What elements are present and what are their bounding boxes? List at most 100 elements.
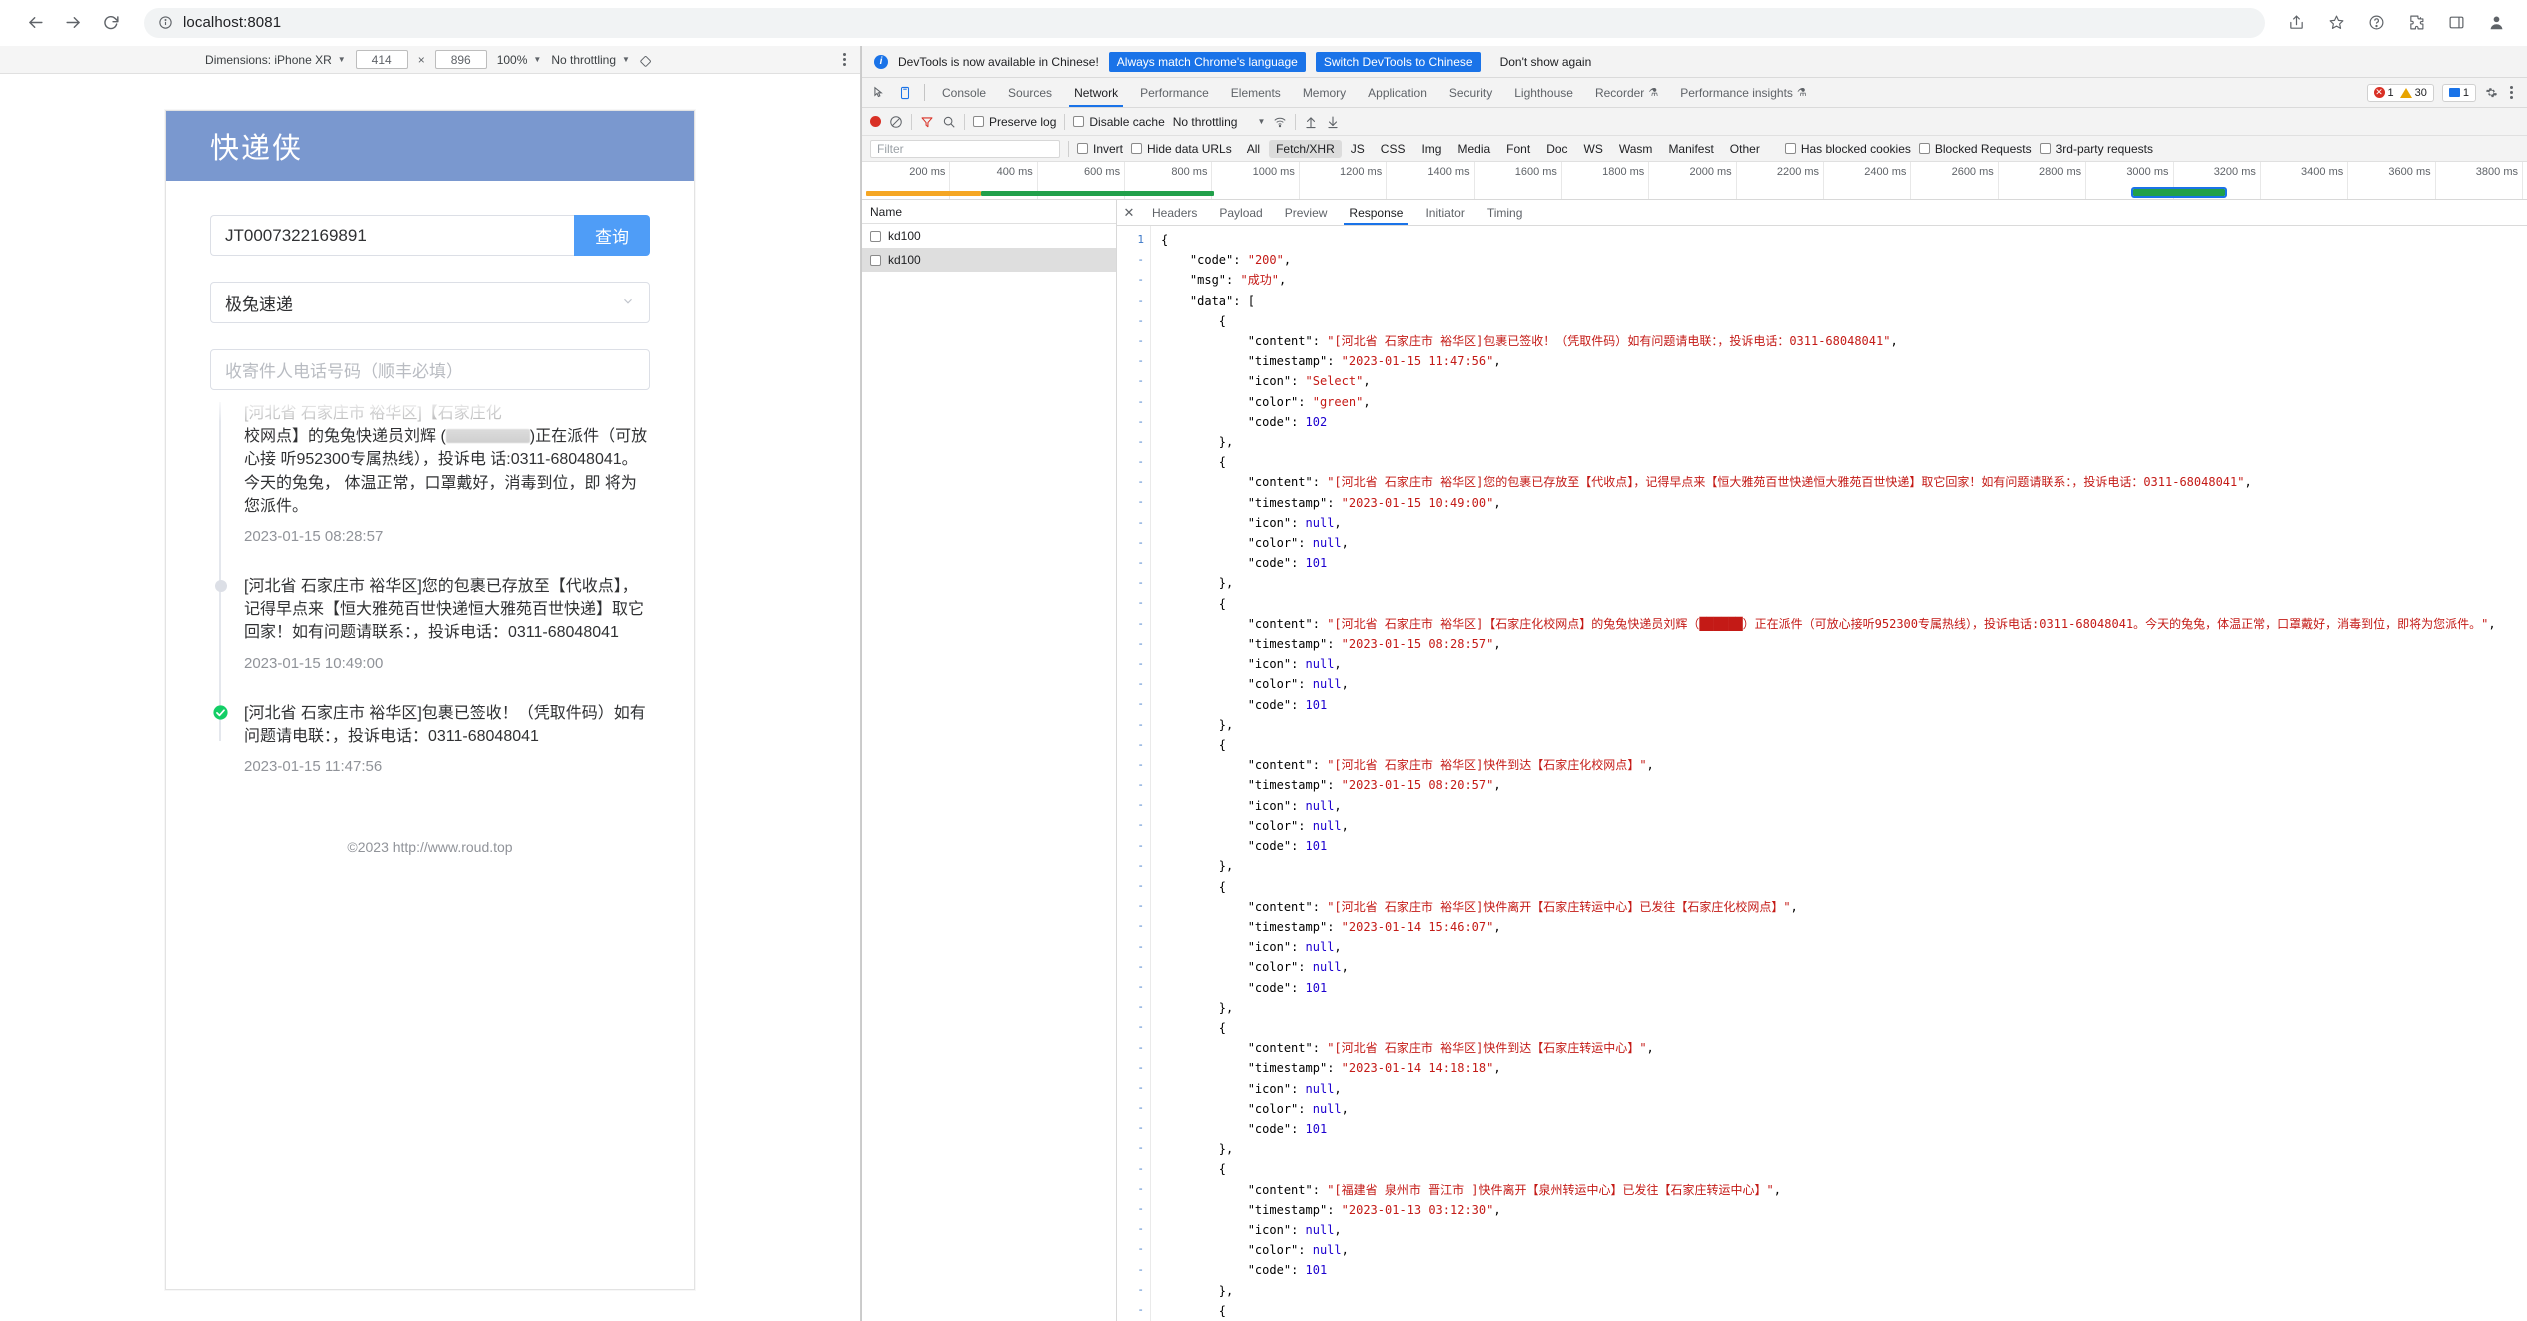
device-zoom-select[interactable]: 100% ▼ [497,53,542,67]
preserve-log-checkbox[interactable]: Preserve log [973,115,1056,129]
devtools-tab-application[interactable]: Application [1357,78,1438,107]
response-tab-response[interactable]: Response [1338,200,1414,225]
record-button[interactable] [870,116,881,127]
switch-to-chinese-button[interactable]: Switch DevTools to Chinese [1316,52,1481,72]
dont-show-again-button[interactable]: Don't show again [1491,51,1601,73]
blocked-requests-checkbox[interactable]: Blocked Requests [1919,142,2032,156]
invert-checkbox[interactable]: Invert [1077,142,1123,156]
site-info-icon[interactable] [158,15,173,30]
response-tab-headers[interactable]: Headers [1141,200,1208,225]
warning-counter[interactable]: 30 [2400,87,2427,99]
filter-type-img[interactable]: Img [1414,140,1448,158]
line-number: - [1117,674,1144,694]
gear-icon[interactable] [2484,86,2498,100]
filter-type-wasm[interactable]: Wasm [1612,140,1660,158]
line-number: - [1117,957,1144,977]
device-throttling-select[interactable]: No throttling ▼ [551,53,630,67]
device-width-input[interactable]: 414 [356,50,408,69]
filter-funnel-icon[interactable] [920,115,934,129]
device-more-options-button[interactable] [843,53,846,66]
message-counter[interactable]: 1 [2442,84,2476,102]
filter-type-ws[interactable]: WS [1577,140,1610,158]
profile-avatar-icon[interactable] [2483,10,2509,36]
timeline-tick: 1800 ms [1648,162,1649,199]
devtools-tab-security[interactable]: Security [1438,78,1503,107]
device-dimensions-select[interactable]: Dimensions: iPhone XR ▼ [205,53,346,67]
export-har-icon[interactable] [1326,115,1340,129]
line-number: - [1117,1199,1144,1219]
devtools-tab-elements[interactable]: Elements [1220,78,1292,107]
network-throttling-select[interactable]: No throttling ▼ [1173,115,1266,129]
request-row[interactable]: kd100 [862,224,1116,248]
devtools-tab-memory[interactable]: Memory [1292,78,1357,107]
forward-button[interactable] [56,6,90,40]
devtools-tab-console[interactable]: Console [931,78,997,107]
import-har-icon[interactable] [1304,115,1318,129]
has-blocked-cookies-checkbox[interactable]: Has blocked cookies [1785,142,1911,156]
network-conditions-icon[interactable] [1273,115,1287,129]
address-bar[interactable]: localhost:8081 [144,8,2265,38]
filter-type-js[interactable]: JS [1344,140,1372,158]
preserve-log-label: Preserve log [989,115,1056,129]
response-tab-initiator[interactable]: Initiator [1414,200,1475,225]
devtools-more-options-button[interactable] [2506,86,2517,99]
third-party-requests-checkbox[interactable]: 3rd-party requests [2040,142,2153,156]
filter-type-media[interactable]: Media [1450,140,1497,158]
line-number: - [1117,836,1144,856]
toggle-device-toolbar-icon[interactable] [892,78,918,107]
timeline-tick-label: 3400 ms [2301,166,2343,178]
recipient-phone-input[interactable]: 收寄件人电话号码（顺丰必填） [210,349,650,390]
overview-bar-selected[interactable] [2133,189,2225,196]
network-throttling-label: No throttling [1173,115,1238,129]
devtools-tab-recorder[interactable]: Recorder⚗ [1584,78,1669,107]
devtools-tab-lighthouse[interactable]: Lighthouse [1503,78,1584,107]
overview-bar-request-2[interactable] [981,191,1213,196]
response-json-code: { "code": "200", "msg": "成功", "data": [ … [1151,226,2527,1321]
response-tab-payload[interactable]: Payload [1208,200,1273,225]
share-icon[interactable] [2283,10,2309,36]
devtools-tab-sources[interactable]: Sources [997,78,1063,107]
issue-counters[interactable]: ✕1 30 [2367,84,2434,102]
request-row[interactable]: kd100 [862,248,1116,272]
bookmark-star-icon[interactable] [2323,10,2349,36]
query-button[interactable]: 查询 [574,215,650,256]
help-circle-icon[interactable] [2363,10,2389,36]
response-tab-preview[interactable]: Preview [1274,200,1339,225]
filter-type-doc[interactable]: Doc [1539,140,1574,158]
carrier-select[interactable]: 极兔速递 [210,282,650,323]
response-tab-timing[interactable]: Timing [1476,200,1534,225]
close-icon[interactable]: ✕ [1117,200,1141,225]
device-zoom-label: 100% [497,53,528,67]
back-button[interactable] [18,6,52,40]
reload-button[interactable] [94,6,128,40]
filter-input[interactable]: Filter [870,140,1060,158]
hide-data-urls-checkbox[interactable]: Hide data URLs [1131,142,1232,156]
devtools-tab-network[interactable]: Network [1063,78,1129,107]
app-title: 快递侠 [210,125,303,167]
search-icon[interactable] [942,115,956,129]
response-body-viewer[interactable]: 1---------------------------------------… [1117,226,2527,1321]
clear-icon[interactable] [889,115,903,129]
disable-cache-checkbox[interactable]: Disable cache [1073,115,1164,129]
error-counter[interactable]: ✕1 [2374,87,2394,99]
filter-type-other[interactable]: Other [1723,140,1767,158]
always-match-language-button[interactable]: Always match Chrome's language [1109,52,1306,72]
inspect-element-icon[interactable] [866,78,892,107]
warning-icon [2400,88,2412,98]
network-toolbar: Preserve log Disable cache No throttling… [862,108,2527,136]
filter-type-css[interactable]: CSS [1374,140,1413,158]
sidepanel-icon[interactable] [2443,10,2469,36]
rotate-icon[interactable] [640,52,655,67]
tracking-number-input[interactable]: JT0007322169891 [210,215,574,256]
filter-type-fetch-xhr[interactable]: Fetch/XHR [1269,140,1342,158]
filter-type-all[interactable]: All [1240,140,1267,158]
devtools-tab-performance-insights[interactable]: Performance insights⚗ [1669,78,1818,107]
extensions-puzzle-icon[interactable] [2403,10,2429,36]
device-height-input[interactable]: 896 [435,50,487,69]
filter-type-manifest[interactable]: Manifest [1661,140,1720,158]
network-overview-timeline[interactable]: 200 ms400 ms600 ms800 ms1000 ms1200 ms14… [862,162,2527,200]
request-list-header[interactable]: Name [862,200,1116,224]
overview-bar-request-1[interactable] [866,191,981,196]
devtools-tab-performance[interactable]: Performance [1129,78,1220,107]
filter-type-font[interactable]: Font [1499,140,1537,158]
